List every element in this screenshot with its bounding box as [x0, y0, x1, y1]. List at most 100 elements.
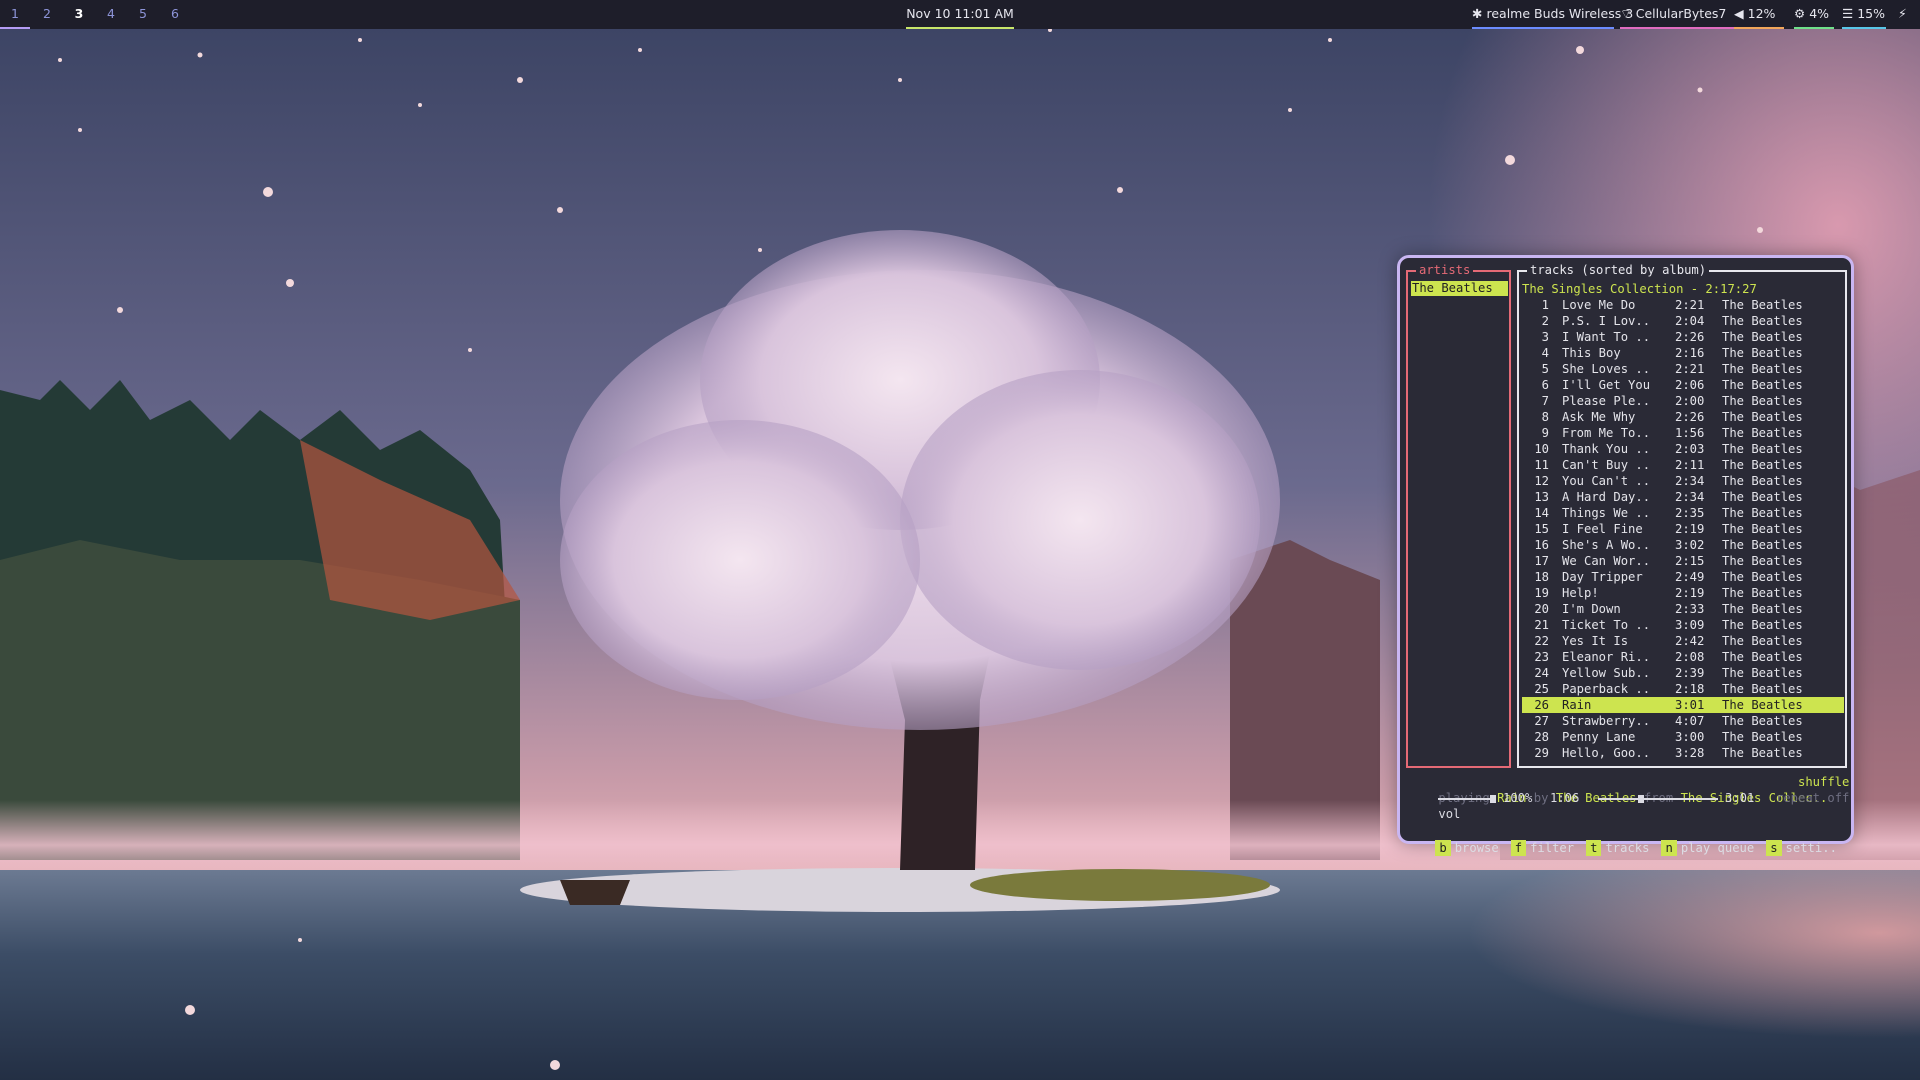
track-number: 12	[1534, 474, 1549, 488]
workspace-6-button[interactable]: 6	[160, 0, 190, 29]
track-row[interactable]: 17 We Can Wor.. 2:15 The Beatles	[1522, 553, 1844, 569]
elapsed-time: 1:06	[1550, 791, 1580, 805]
track-artist: The Beatles	[1722, 714, 1803, 728]
track-row[interactable]: 15 I Feel Fine 2:19 The Beatles	[1522, 521, 1844, 537]
track-number: 25	[1534, 682, 1549, 696]
track-row[interactable]: 13 A Hard Day.. 2:34 The Beatles	[1522, 489, 1844, 505]
track-row[interactable]: 19 Help! 2:19 The Beatles	[1522, 585, 1844, 601]
track-duration: 2:00	[1675, 394, 1705, 408]
settings-shortcut[interactable]: setti..	[1786, 840, 1837, 856]
track-row[interactable]: 3 I Want To .. 2:26 The Beatles	[1522, 329, 1844, 345]
key-b[interactable]: b	[1435, 840, 1451, 856]
track-duration: 2:42	[1675, 634, 1705, 648]
track-row[interactable]: 28 Penny Lane 3:00 The Beatles	[1522, 729, 1844, 745]
track-row[interactable]: 25 Paperback .. 2:18 The Beatles	[1522, 681, 1844, 697]
workspace-4-button[interactable]: 4	[96, 0, 126, 29]
memory-module[interactable]: ☰ 15%	[1842, 0, 1886, 29]
volume-slider-handle[interactable]	[1490, 795, 1496, 803]
track-row[interactable]: 18 Day Tripper 2:49 The Beatles	[1522, 569, 1844, 585]
track-row[interactable]: 27 Strawberry.. 4:07 The Beatles	[1522, 713, 1844, 729]
track-artist: The Beatles	[1722, 634, 1803, 648]
workspace-3-button[interactable]: 3	[64, 0, 94, 29]
track-row[interactable]: 2 P.S. I Lov.. 2:04 The Beatles	[1522, 313, 1844, 329]
track-title: I Want To ..	[1562, 330, 1651, 344]
track-number: 23	[1534, 650, 1549, 664]
track-row[interactable]: 4 This Boy 2:16 The Beatles	[1522, 345, 1844, 361]
track-number: 1	[1541, 298, 1549, 312]
cpu-icon: ⚙	[1794, 6, 1806, 21]
key-t[interactable]: t	[1586, 840, 1602, 856]
track-duration: 3:00	[1675, 730, 1705, 744]
track-number: 2	[1541, 314, 1549, 328]
track-number: 4	[1541, 346, 1549, 360]
total-time: 3:01	[1725, 791, 1755, 805]
cpu-module[interactable]: ⚙ 4%	[1794, 0, 1834, 29]
clock[interactable]: Nov 10 11:01 AM	[906, 0, 1014, 29]
track-title: Yes It Is	[1562, 634, 1629, 648]
track-artist: The Beatles	[1722, 426, 1803, 440]
seek-bar-handle[interactable]	[1638, 795, 1645, 803]
track-row[interactable]: 11 Can't Buy .. 2:11 The Beatles	[1522, 457, 1844, 473]
track-row[interactable]: 9 From Me To.. 1:56 The Beatles	[1522, 425, 1844, 441]
track-row[interactable]: 10 Thank You .. 2:03 The Beatles	[1522, 441, 1844, 457]
play-queue-shortcut[interactable]: play queue	[1681, 840, 1754, 856]
workspace-5-button[interactable]: 5	[128, 0, 158, 29]
track-row[interactable]: 1 Love Me Do 2:21 The Beatles	[1522, 297, 1844, 313]
track-title: She Loves ..	[1562, 362, 1651, 376]
tracks-pane[interactable]: tracks (sorted by album) The Singles Col…	[1517, 263, 1847, 768]
track-row[interactable]: 26 Rain 3:01 The Beatles	[1522, 697, 1844, 713]
track-artist: The Beatles	[1722, 618, 1803, 632]
wifi-module[interactable]: ⌔ CellularBytes7	[1620, 0, 1738, 29]
bluetooth-module[interactable]: ✱ realme Buds Wireless 3	[1472, 0, 1633, 29]
key-f[interactable]: f	[1510, 840, 1527, 856]
shuffle-toggle[interactable]: shuffle	[1798, 774, 1849, 790]
track-row[interactable]: 24 Yellow Sub.. 2:39 The Beatles	[1522, 665, 1844, 681]
repeat-toggle[interactable]: repeat off	[1776, 790, 1849, 806]
track-row[interactable]: 16 She's A Wo.. 3:02 The Beatles	[1522, 537, 1844, 553]
browse-shortcut[interactable]: browse	[1455, 840, 1499, 856]
track-artist: The Beatles	[1722, 330, 1803, 344]
artist-item-selected[interactable]: The Beatles	[1411, 281, 1508, 296]
volume-module[interactable]: ◀ 12%	[1734, 0, 1784, 29]
track-row[interactable]: 6 I'll Get You 2:06 The Beatles	[1522, 377, 1844, 393]
track-number: 22	[1534, 634, 1549, 648]
track-artist: The Beatles	[1722, 602, 1803, 616]
key-s[interactable]: s	[1766, 840, 1782, 856]
track-row[interactable]: 7 Please Ple.. 2:00 The Beatles	[1522, 393, 1844, 409]
now-playing-line: playing Rain by The Beatles from The Sin…	[1409, 774, 1827, 805]
volume-slider-track[interactable]	[1438, 798, 1496, 800]
track-row[interactable]: 23 Eleanor Ri.. 2:08 The Beatles	[1522, 649, 1844, 665]
track-row[interactable]: 14 Things We .. 2:35 The Beatles	[1522, 505, 1844, 521]
power-icon[interactable]: ⚡	[1898, 0, 1916, 29]
track-duration: 2:35	[1675, 506, 1705, 520]
tracks-shortcut[interactable]: tracks	[1605, 840, 1649, 856]
track-row[interactable]: 12 You Can't .. 2:34 The Beatles	[1522, 473, 1844, 489]
track-number: 13	[1534, 490, 1549, 504]
seek-bar-track[interactable]	[1598, 798, 1718, 800]
track-number: 24	[1534, 666, 1549, 680]
track-artist: The Beatles	[1722, 442, 1803, 456]
track-artist: The Beatles	[1722, 314, 1803, 328]
track-title: Things We ..	[1562, 506, 1651, 520]
track-number: 19	[1534, 586, 1549, 600]
track-duration: 2:26	[1675, 410, 1705, 424]
track-row[interactable]: 22 Yes It Is 2:42 The Beatles	[1522, 633, 1844, 649]
track-row[interactable]: 29 Hello, Goo.. 3:28 The Beatles	[1522, 745, 1844, 761]
track-duration: 4:07	[1675, 714, 1705, 728]
workspace-2-button[interactable]: 2	[32, 0, 62, 29]
music-player-window[interactable]: artists The Beatles tracks (sorted by al…	[1397, 255, 1854, 856]
track-title: Paperback ..	[1562, 682, 1651, 696]
track-artist: The Beatles	[1722, 666, 1803, 680]
track-duration: 2:19	[1675, 522, 1705, 536]
track-row[interactable]: 8 Ask Me Why 2:26 The Beatles	[1522, 409, 1844, 425]
filter-shortcut[interactable]: filter	[1530, 840, 1574, 856]
track-row[interactable]: 21 Ticket To .. 3:09 The Beatles	[1522, 617, 1844, 633]
track-row[interactable]: 5 She Loves .. 2:21 The Beatles	[1522, 361, 1844, 377]
track-title: A Hard Day..	[1562, 490, 1651, 504]
workspace-1-button[interactable]: 1	[0, 0, 30, 29]
track-row[interactable]: 20 I'm Down 2:33 The Beatles	[1522, 601, 1844, 617]
key-n[interactable]: n	[1661, 840, 1677, 856]
memory-usage: 15%	[1857, 6, 1886, 21]
artists-pane[interactable]: artists The Beatles	[1406, 263, 1511, 768]
track-title: Day Tripper	[1562, 570, 1643, 584]
